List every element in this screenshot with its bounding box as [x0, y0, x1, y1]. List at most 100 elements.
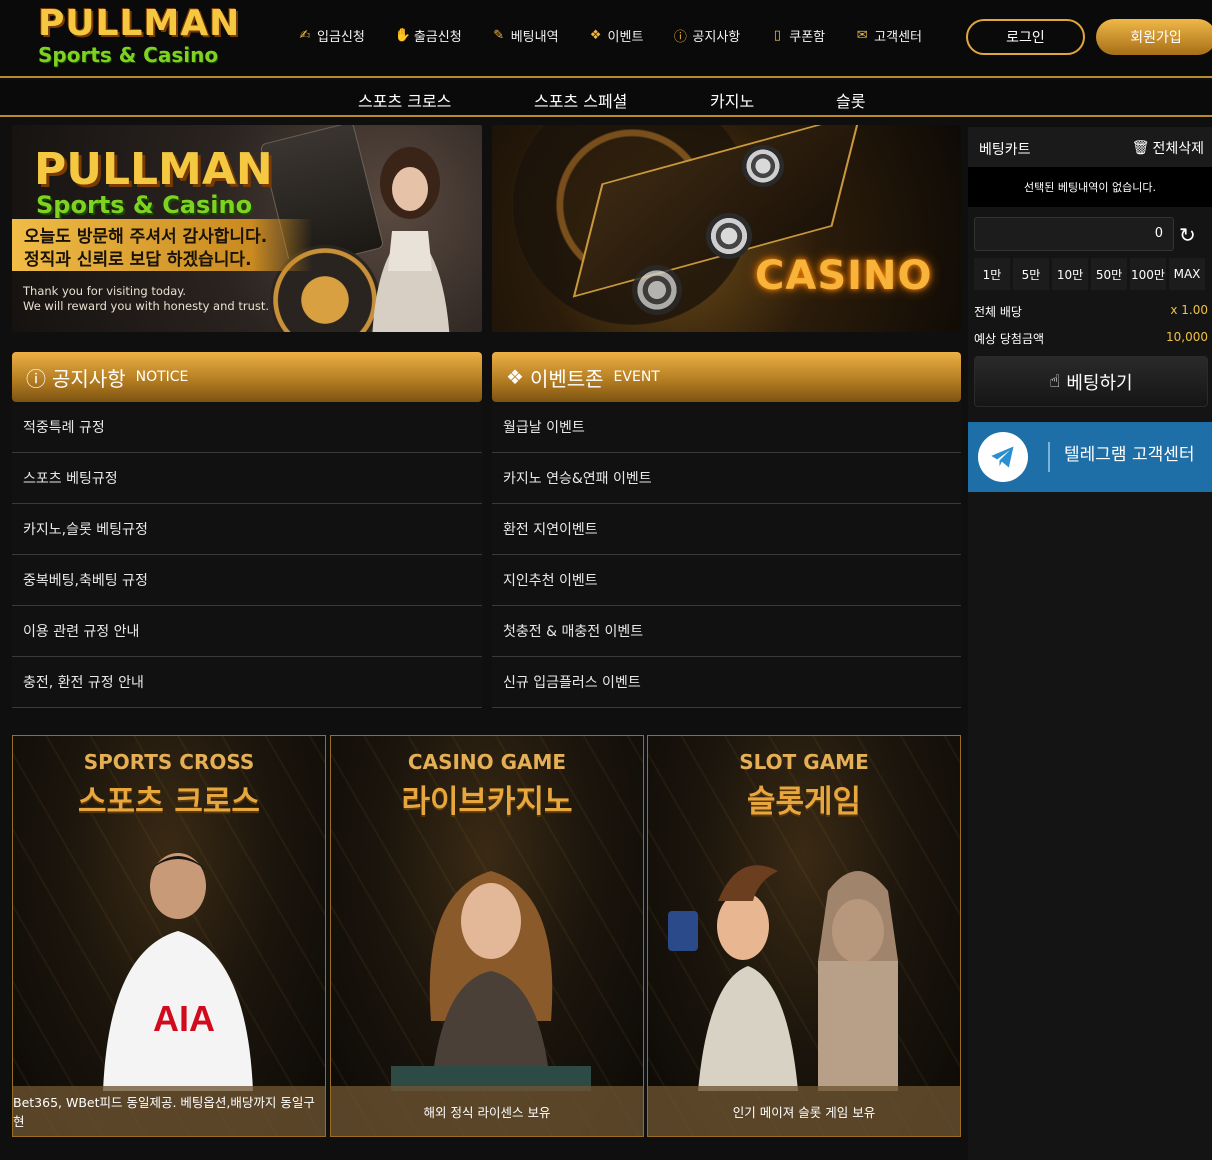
- event-item[interactable]: 카지노 연승&연패 이벤트: [492, 453, 961, 504]
- banner-english-line2: We will reward you with honesty and trus…: [23, 299, 270, 313]
- betting-history-icon: ✎: [493, 28, 505, 43]
- chip-graphic: [742, 145, 784, 187]
- notice-icon: ⓘ: [673, 30, 687, 45]
- chat-icon: ✉: [856, 28, 868, 43]
- nav-notice[interactable]: ⓘ 공지사항: [673, 26, 740, 45]
- gift-icon: ❖: [506, 365, 524, 389]
- game-card-title-ko: 슬롯게임: [746, 784, 862, 820]
- casino-banner[interactable]: CASINO: [492, 125, 961, 332]
- game-card-sports[interactable]: AIA SPORTS CROSS 스포츠 크로스 Bet365, WBet피드 …: [12, 735, 326, 1137]
- total-odds-label: 전체 배당: [974, 305, 1022, 319]
- clear-all-button[interactable]: 🗑 전체삭제: [1132, 138, 1204, 158]
- nav-support-label: 고객센터: [874, 30, 922, 45]
- notice-item[interactable]: 카지노,슬롯 베팅규정: [12, 504, 482, 555]
- site-logo[interactable]: PULLMAN Sports & Casino: [38, 6, 239, 70]
- amount-chips: 1만 5만 10만 50만 100만 MAX: [974, 258, 1205, 290]
- notice-item[interactable]: 스포츠 베팅규정: [12, 453, 482, 504]
- chip-1m-button[interactable]: 100만: [1130, 258, 1166, 290]
- welcome-banner[interactable]: PULLMAN Sports & Casino 오늘도 방문해 주셔서 감사합니…: [12, 125, 482, 332]
- nav-betting-history-label: 베팅내역: [510, 30, 559, 45]
- event-title-en: EVENT: [613, 369, 660, 385]
- trash-icon: 🗑: [1131, 140, 1150, 156]
- notice-icon: ⓘ: [26, 366, 46, 391]
- nav-withdraw[interactable]: ✋ 출금신청: [395, 26, 462, 45]
- game-card-desc: 해외 정식 라이센스 보유: [331, 1086, 643, 1136]
- game-card-title-ko: 라이브카지노: [401, 784, 573, 820]
- betslip-header: 베팅카트 🗑 전체삭제: [968, 127, 1212, 167]
- game-card-slot[interactable]: SLOT GAME 슬롯게임 인기 메이져 슬롯 게임 보유: [647, 735, 961, 1137]
- nav-deposit-label: 입금신청: [317, 30, 365, 45]
- total-odds-value: x 1.00: [1170, 303, 1208, 317]
- notice-item[interactable]: 적중특례 규정: [12, 402, 482, 453]
- nav-support[interactable]: ✉ 고객센터: [855, 26, 922, 45]
- telegram-icon: [978, 432, 1028, 482]
- logo-text-sub: Sports & Casino: [38, 43, 219, 67]
- telegram-support-label: 텔레그램 고객센터: [1064, 445, 1195, 465]
- place-bet-button[interactable]: ☝ 베팅하기: [974, 356, 1208, 407]
- notice-title-en: NOTICE: [135, 369, 189, 385]
- login-button[interactable]: 로그인: [966, 19, 1085, 55]
- chip-100k-button[interactable]: 10만: [1052, 258, 1088, 290]
- game-card-casino[interactable]: CASINO GAME 라이브카지노 해외 정식 라이센스 보유: [330, 735, 644, 1137]
- nav-event-label: 이벤트: [607, 30, 644, 45]
- sub-nav: 스포츠 크로스 스포츠 스페셜 카지노 슬롯: [0, 80, 1212, 117]
- game-card-desc: Bet365, WBet피드 동일제공. 베팅옵션,배당까지 동일구현: [13, 1086, 325, 1136]
- athlete-illustration: AIA: [103, 853, 253, 1091]
- notice-item[interactable]: 중복베팅,축베팅 규정: [12, 555, 482, 606]
- nav-betting-history[interactable]: ✎ 베팅내역: [492, 26, 559, 45]
- deposit-icon: ✍: [299, 28, 311, 43]
- game-card-title-en: SLOT GAME: [739, 750, 869, 774]
- event-header[interactable]: ❖ 이벤트존 EVENT: [492, 352, 961, 402]
- subnav-casino[interactable]: 카지노: [710, 88, 754, 112]
- game-card-title-en: CASINO GAME: [407, 750, 567, 774]
- clear-all-label: 전체삭제: [1152, 141, 1204, 157]
- nav-withdraw-label: 출금신청: [413, 30, 462, 45]
- game-card-title-en: SPORTS CROSS: [83, 750, 255, 774]
- banner-english-line1: Thank you for visiting today.: [23, 284, 187, 298]
- banner-logo-sub: Sports & Casino: [36, 191, 253, 219]
- event-item[interactable]: 지인추천 이벤트: [492, 555, 961, 606]
- telegram-support-banner[interactable]: 텔레그램 고객센터: [968, 422, 1212, 492]
- withdraw-icon: ✋: [394, 28, 412, 43]
- notice-item[interactable]: 충전, 환전 규정 안내: [12, 657, 482, 708]
- dealer-illustration: [391, 871, 591, 1091]
- banner-korean-line1: 오늘도 방문해 주셔서 감사합니다.: [24, 227, 268, 247]
- join-button[interactable]: 회원가입: [1096, 19, 1212, 55]
- betslip-empty-message: 선택된 베팅내역이 없습니다.: [968, 167, 1212, 207]
- event-title: 이벤트존: [529, 366, 604, 391]
- bet-amount-input[interactable]: 0: [974, 217, 1174, 251]
- chip-max-button[interactable]: MAX: [1169, 258, 1205, 290]
- gift-icon: ❖: [589, 28, 602, 43]
- nav-coupon[interactable]: ▯ 쿠폰함: [770, 26, 825, 45]
- subnav-sports-cross[interactable]: 스포츠 크로스: [358, 88, 451, 112]
- nav-event[interactable]: ❖ 이벤트: [589, 26, 644, 45]
- casino-neon-text: CASINO: [755, 253, 933, 299]
- event-item[interactable]: 첫충전 & 매충전 이벤트: [492, 606, 961, 657]
- event-item[interactable]: 신규 입금플러스 이벤트: [492, 657, 961, 708]
- event-item[interactable]: 월급날 이벤트: [492, 402, 961, 453]
- place-bet-label: 베팅하기: [1066, 372, 1133, 394]
- chip-10k-button[interactable]: 1만: [974, 258, 1010, 290]
- chip-50k-button[interactable]: 5만: [1013, 258, 1049, 290]
- event-board: ❖ 이벤트존 EVENT 월급날 이벤트 카지노 연승&연패 이벤트 환전 지연…: [492, 352, 961, 708]
- subnav-slot[interactable]: 슬롯: [836, 88, 865, 112]
- notice-item[interactable]: 이용 관련 규정 안내: [12, 606, 482, 657]
- chip-500k-button[interactable]: 50만: [1091, 258, 1127, 290]
- event-item[interactable]: 환전 지연이벤트: [492, 504, 961, 555]
- expected-win-label: 예상 당첨금액: [974, 332, 1045, 346]
- banner-korean-line2: 정직과 신뢰로 보답 하겠습니다.: [24, 250, 252, 270]
- model-illustration: [372, 147, 450, 332]
- bet-hand-icon: ☝: [1049, 371, 1061, 392]
- game-card-desc: 인기 메이져 슬롯 게임 보유: [648, 1086, 960, 1136]
- divider: [1048, 442, 1050, 472]
- nav-deposit[interactable]: ✍ 입금신청: [298, 26, 365, 45]
- coupon-icon: ▯: [773, 28, 781, 43]
- top-nav: ✍ 입금신청 ✋ 출금신청 ✎ 베팅내역 ❖ 이벤트 ⓘ 공지사항 ▯ 쿠폰함 ✉ 고객센터: [298, 26, 952, 45]
- chip-graphic: [706, 213, 752, 259]
- refresh-icon[interactable]: ↻: [1179, 223, 1196, 247]
- betslip-title: 베팅카트: [979, 142, 1031, 158]
- subnav-sports-special[interactable]: 스포츠 스페셜: [534, 88, 627, 112]
- expected-win-row: 예상 당첨금액 10,000: [974, 330, 1208, 347]
- chip-graphic: [632, 265, 682, 315]
- notice-header[interactable]: ⓘ 공지사항 NOTICE: [12, 352, 482, 402]
